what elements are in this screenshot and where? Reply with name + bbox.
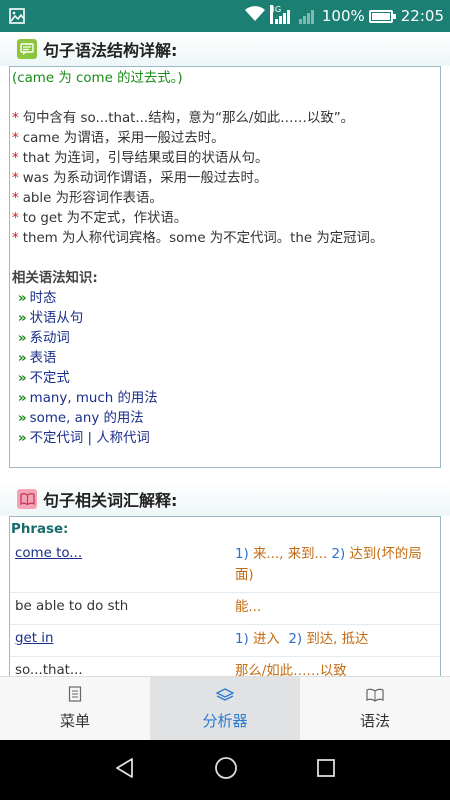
vocab-section-header: 句子相关词汇解释:	[0, 482, 450, 516]
grammar-section-title: 句子语法结构详解:	[43, 41, 178, 60]
double-chevron-icon: »	[18, 371, 27, 386]
double-chevron-icon: »	[18, 311, 27, 326]
phrase-definition: 能...	[235, 600, 262, 615]
bullet-star: *	[12, 131, 19, 146]
bullet-star: *	[12, 151, 19, 166]
document-icon	[68, 686, 82, 706]
tab-analyzer[interactable]: 分析器	[150, 677, 300, 740]
phrase-definition: 1) 来..., 来到... 2) 达到(坏的局面)	[235, 547, 422, 583]
battery-icon	[368, 9, 396, 23]
battery-percent: 100%	[321, 7, 365, 25]
related-grammar-links: » 时态 » 状语从句 » 系动词 » 表语 » 不定式 » many, much 的用法 …	[12, 289, 439, 449]
status-bar: 3G 100% 22:05	[0, 0, 450, 32]
tab-menu-label: 菜单	[59, 712, 90, 730]
related-link-pronouns[interactable]: » 不定代词 | 人称代词	[12, 429, 439, 449]
phrase-term-link[interactable]: come to...	[15, 544, 235, 586]
double-chevron-icon: »	[18, 431, 27, 446]
open-book-icon	[366, 687, 384, 706]
double-chevron-icon: »	[18, 391, 27, 406]
phrase-heading: Phrase:	[11, 522, 69, 537]
phrase-term: be able to do sth	[15, 599, 129, 614]
grammar-bullet: * able 为形容词作表语。	[12, 191, 163, 206]
wifi-icon	[244, 6, 266, 26]
signal-strength-secondary-icon	[296, 7, 318, 25]
phrase-term-link[interactable]: get in	[15, 629, 235, 650]
grammar-bullet-list: * 句中含有 so...that...结构，意为“那么/如此……以致”。 * cam…	[12, 109, 439, 249]
tab-menu[interactable]: 菜单	[0, 677, 150, 740]
grammar-intro: (came 为 come 的过去式。)	[12, 71, 183, 86]
related-link-predicative[interactable]: » 表语	[12, 349, 439, 369]
related-link-adverbial-clause[interactable]: » 状语从句	[12, 309, 439, 329]
phrase-definition: 那么/如此……以致	[235, 664, 347, 676]
grammar-panel: (came 为 come 的过去式。) * 句中含有 so...that...结构…	[9, 66, 441, 468]
tab-grammar[interactable]: 语法	[300, 677, 450, 740]
double-chevron-icon: »	[18, 291, 27, 306]
related-link-some-any[interactable]: » some, any 的用法	[12, 409, 439, 429]
related-link-linking-verb[interactable]: » 系动词	[12, 329, 439, 349]
vocab-section-title: 句子相关词汇解释:	[43, 491, 178, 510]
analysis-content[interactable]: 句子语法结构详解: (came 为 come 的过去式。) * 句中含有 so..…	[0, 32, 450, 676]
grammar-bullet: * was 为系动词作谓语，采用一般过去时。	[12, 171, 268, 186]
bullet-star: *	[12, 111, 19, 126]
phrase-definition: 1) 进入 2) 到达, 抵达	[235, 632, 369, 647]
bullet-star: *	[12, 231, 19, 246]
network-type-label: 3G	[269, 5, 281, 24]
layers-icon	[215, 687, 235, 706]
grammar-bullet: * to get 为不定式，作状语。	[12, 211, 188, 226]
phrase-term: so...that...	[15, 663, 83, 676]
double-chevron-icon: »	[18, 331, 27, 346]
grammar-bullet: * 句中含有 so...that...结构，意为“那么/如此……以致”。	[12, 111, 355, 126]
bullet-star: *	[12, 191, 19, 206]
phrase-row: so...that... 那么/如此……以致	[10, 657, 440, 676]
chat-bubble-icon	[17, 39, 37, 59]
back-icon[interactable]	[114, 757, 136, 783]
tab-analyzer-label: 分析器	[202, 711, 248, 730]
signal-strength-icon: 3G	[269, 5, 292, 25]
related-link-many-much[interactable]: » many, much 的用法	[12, 389, 439, 409]
double-chevron-icon: »	[18, 351, 27, 366]
grammar-bullet: * that 为连词，引导结果或目的状语从句。	[12, 151, 269, 166]
system-nav-bar	[0, 740, 450, 800]
tab-grammar-label: 语法	[359, 711, 390, 730]
gallery-notification-icon	[9, 8, 25, 24]
bottom-tab-bar: 菜单 分析器 语法	[0, 676, 450, 740]
related-grammar-heading: 相关语法知识:	[12, 271, 98, 286]
phrase-row: be able to do sth 能...	[10, 593, 440, 625]
phrase-row: come to... 1) 来..., 来到... 2) 达到(坏的局面)	[10, 540, 440, 593]
related-link-infinitive[interactable]: » 不定式	[12, 369, 439, 389]
double-chevron-icon: »	[18, 411, 27, 426]
home-icon[interactable]	[214, 756, 238, 784]
grammar-bullet: * came 为谓语，采用一般过去时。	[12, 131, 225, 146]
bullet-star: *	[12, 211, 19, 226]
recent-apps-icon[interactable]	[316, 758, 336, 782]
vocab-panel: Phrase: come to... 1) 来..., 来到... 2) 达到(…	[9, 516, 441, 676]
clock: 22:05	[400, 7, 444, 25]
grammar-bullet: * them 为人称代词宾格。some 为不定代词。the 为定冠词。	[12, 231, 384, 246]
related-link-tense[interactable]: » 时态	[12, 289, 439, 309]
book-icon	[17, 489, 37, 509]
phrase-row: get in 1) 进入 2) 到达, 抵达	[10, 625, 440, 657]
grammar-section-header: 句子语法结构详解:	[0, 32, 450, 66]
battery-fill	[371, 12, 390, 20]
bullet-star: *	[12, 171, 19, 186]
